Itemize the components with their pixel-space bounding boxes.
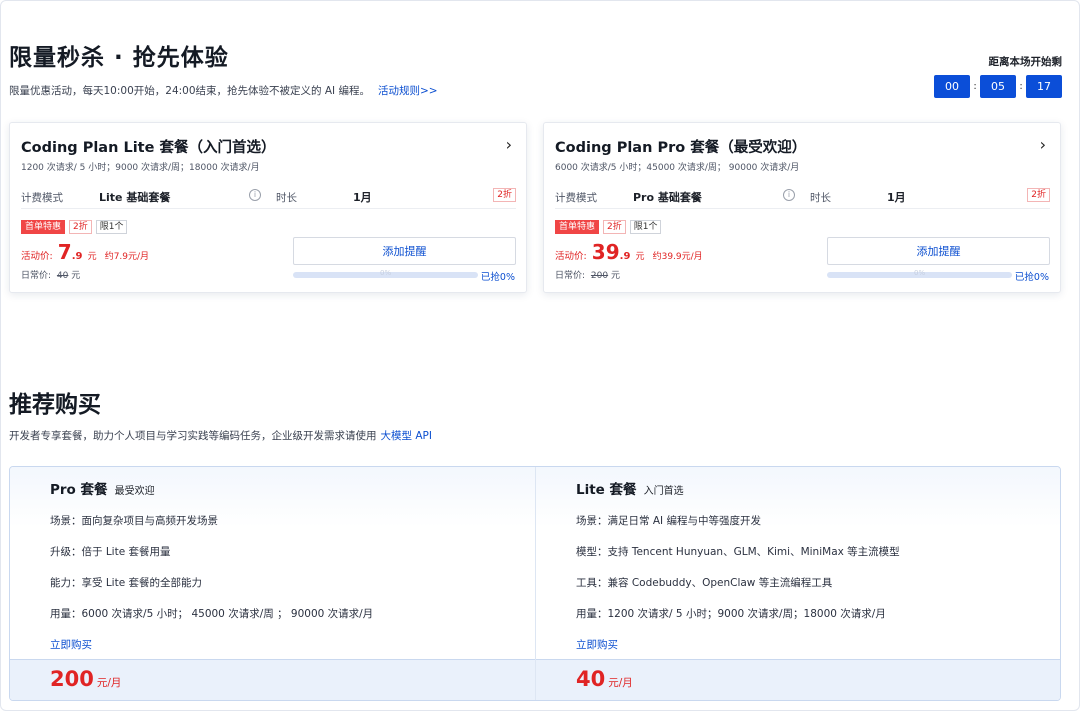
plan-price-band: 200 元/月 — [10, 659, 535, 700]
plan-feature: 场景：满足日常 AI 编程与中等强度开发 — [576, 515, 761, 527]
countdown-seconds: 17 — [1026, 75, 1062, 98]
promo-price-dec: .9 — [71, 251, 83, 262]
first-order-tag: 首单特惠 — [555, 220, 600, 234]
promo-price-per-month: 约39.9元/月 — [652, 252, 703, 262]
promo-price-label: 活动价: — [21, 251, 53, 262]
plan-price-unit: 元/月 — [608, 677, 633, 689]
billing-value: Pro 基础套餐 — [633, 191, 702, 204]
flash-card-pro[interactable]: Coding Plan Pro 套餐（最受欢迎） › 6000 次请求/5 小时… — [543, 122, 1061, 293]
plan-price-unit: 元/月 — [96, 677, 122, 689]
promo-price-int: 39 — [591, 240, 620, 264]
plan-feature: 模型：支持 Tencent Hunyuan、GLM、Kimi、MiniMax 等… — [576, 546, 900, 558]
plan-header: Pro 套餐 最受欢迎 — [50, 478, 155, 498]
card-quota: 6000 次请求/5 小时；45000 次请求/周； 90000 次请求/月 — [555, 163, 800, 173]
billing-label: 计费模式 — [21, 192, 63, 204]
promo-price-dec: .9 — [619, 251, 631, 262]
promo-tags: 首单特惠 2折 限1个 — [555, 220, 662, 234]
promo-price-unit: 元 — [635, 252, 645, 262]
countdown-separator: : — [1019, 81, 1023, 92]
plan-comparison-table: Pro 套餐 最受欢迎 场景：面向复杂项目与高频开发场景 升级：倍于 Lite … — [9, 466, 1061, 701]
card-title[interactable]: Coding Plan Lite 套餐（入门首选） — [21, 136, 275, 157]
countdown-timer: 00 : 05 : 17 — [934, 75, 1062, 98]
billing-value: Lite 基础套餐 — [99, 191, 171, 204]
plan-feature: 升级：倍于 Lite 套餐用量 — [50, 546, 171, 558]
countdown-separator: : — [973, 81, 977, 92]
countdown-label: 距离本场开始剩 — [988, 56, 1063, 68]
discount-badge: 2折 — [603, 220, 626, 234]
flash-sale-title: 限量秒杀 · 抢先体验 — [9, 45, 229, 71]
recommend-subtitle-text: 开发者专享套餐，助力个人项目与学习实践等编码任务，企业级开发需求请使用 — [9, 430, 377, 442]
regular-price: 日常价: 40 元 — [21, 268, 80, 281]
promo-price-per-month: 约7.9元/月 — [104, 252, 150, 262]
flash-card-lite[interactable]: Coding Plan Lite 套餐（入门首选） › 1200 次请求/ 5 … — [9, 122, 527, 293]
flash-sale-subtitle-text: 限量优惠活动，每天10:00开始，24:00结束，抢先体验不被定义的 AI 编程… — [9, 85, 370, 97]
recommend-title: 推荐购买 — [9, 392, 101, 418]
plan-price-value: 40 — [576, 667, 606, 691]
plan-feature: 用量：6000 次请求/5 小时； 45000 次请求/周 ； 90000 次请… — [50, 608, 374, 620]
limit-badge: 限1个 — [95, 220, 128, 234]
card-quota: 1200 次请求/ 5 小时；9000 次请求/周；18000 次请求/月 — [21, 163, 260, 173]
plan-name: Lite 套餐 — [576, 482, 637, 498]
plan-header: Lite 套餐 入门首选 — [576, 478, 684, 498]
countdown-minutes: 05 — [980, 75, 1016, 98]
info-icon[interactable]: i — [783, 189, 795, 201]
card-spec-row: 计费模式 Lite 基础套餐 i 时长 1月 2折 — [21, 183, 516, 209]
regular-price-unit: 元 — [610, 271, 620, 281]
regular-price: 日常价: 200 元 — [555, 268, 620, 281]
regular-price-value: 40 — [56, 271, 69, 281]
sold-percent-text: 已抢0% — [480, 272, 515, 283]
promo-price-int: 7 — [57, 240, 72, 264]
plan-badge: 入门首选 — [643, 486, 684, 497]
progress-percent: 0% — [914, 269, 926, 277]
promo-price-label: 活动价: — [555, 251, 587, 262]
plan-feature: 能力：享受 Lite 套餐的全部能力 — [50, 577, 203, 589]
billing-label: 计费模式 — [555, 192, 597, 204]
plan-price: 200 元/月 — [50, 667, 121, 691]
limit-badge: 限1个 — [629, 220, 662, 234]
plan-badge: 最受欢迎 — [114, 486, 155, 497]
regular-price-value: 200 — [590, 271, 609, 281]
plan-name: Pro 套餐 — [50, 482, 108, 498]
plan-column-pro: Pro 套餐 最受欢迎 场景：面向复杂项目与高频开发场景 升级：倍于 Lite … — [10, 467, 536, 700]
plan-column-lite: Lite 套餐 入门首选 场景：满足日常 AI 编程与中等强度开发 模型：支持 … — [536, 467, 1060, 700]
add-reminder-button[interactable]: 添加提醒 — [827, 237, 1050, 265]
duration-label: 时长 — [276, 192, 297, 204]
info-icon[interactable]: i — [249, 189, 261, 201]
plan-feature: 工具：兼容 Codebuddy、OpenClaw 等主流编程工具 — [576, 577, 833, 589]
chevron-right-icon[interactable]: › — [506, 135, 512, 154]
model-api-link[interactable]: 大模型 API — [381, 430, 432, 442]
regular-price-unit: 元 — [71, 271, 81, 281]
promo-price: 活动价: 7.9 元 约7.9元/月 — [21, 240, 149, 264]
plan-price: 40 元/月 — [576, 667, 633, 691]
promo-price-unit: 元 — [87, 252, 97, 262]
activity-rules-link[interactable]: 活动规则>> — [378, 85, 438, 97]
discount-tag: 2折 — [1027, 188, 1050, 202]
plan-price-band: 40 元/月 — [536, 659, 1060, 700]
add-reminder-button[interactable]: 添加提醒 — [293, 237, 516, 265]
first-order-tag: 首单特惠 — [21, 220, 66, 234]
duration-value: 1月 — [887, 191, 906, 204]
promo-price: 活动价: 39.9 元 约39.9元/月 — [555, 240, 703, 264]
plan-feature: 用量：1200 次请求/ 5 小时；9000 次请求/周；18000 次请求/月 — [576, 608, 886, 620]
duration-label: 时长 — [810, 192, 831, 204]
promo-tags: 首单特惠 2折 限1个 — [21, 220, 128, 234]
chevron-right-icon[interactable]: › — [1040, 135, 1046, 154]
countdown-hours: 00 — [934, 75, 970, 98]
sold-percent-text: 已抢0% — [1014, 272, 1049, 283]
discount-badge: 2折 — [69, 220, 92, 234]
duration-value: 1月 — [353, 191, 372, 204]
recommend-subtitle: 开发者专享套餐，助力个人项目与学习实践等编码任务，企业级开发需求请使用 大模型 A… — [9, 428, 432, 443]
regular-price-label: 日常价: — [21, 271, 52, 281]
buy-now-link[interactable]: 立即购买 — [576, 637, 618, 652]
discount-tag: 2折 — [493, 188, 516, 202]
buy-now-link[interactable]: 立即购买 — [50, 637, 92, 652]
regular-price-label: 日常价: — [555, 271, 586, 281]
card-title[interactable]: Coding Plan Pro 套餐（最受欢迎） — [555, 136, 806, 157]
flash-sale-subtitle: 限量优惠活动，每天10:00开始，24:00结束，抢先体验不被定义的 AI 编程… — [9, 83, 438, 98]
plan-price-value: 200 — [50, 667, 94, 691]
card-spec-row: 计费模式 Pro 基础套餐 i 时长 1月 2折 — [555, 183, 1050, 209]
progress-percent: 0% — [380, 269, 392, 277]
plan-feature: 场景：面向复杂项目与高频开发场景 — [50, 515, 218, 527]
